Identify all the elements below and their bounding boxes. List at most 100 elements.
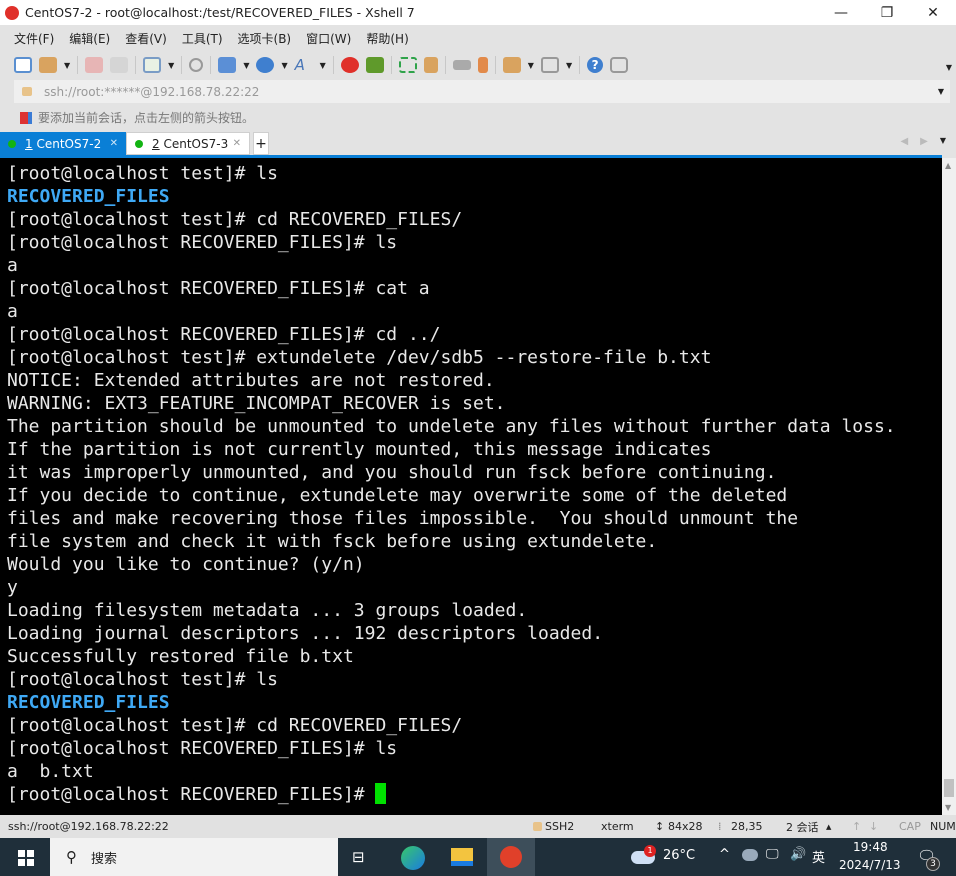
terminal-line: If you decide to continue, extundelete m… <box>7 484 942 507</box>
help-icon[interactable]: ? <box>587 57 604 73</box>
globe-icon[interactable] <box>256 57 275 73</box>
toolbar-overflow-icon[interactable]: ▼ <box>946 63 952 72</box>
terminal-scrollbar[interactable]: ▲ ▼ <box>942 158 956 815</box>
task-view-icon[interactable]: ⊟ <box>352 848 365 866</box>
session-hint-bar: 要添加当前会话，点击左侧的箭头按钮。 <box>20 109 254 126</box>
terminal-text: If you decide to continue, extundelete m… <box>7 485 788 506</box>
clock-time[interactable]: 19:48 <box>853 840 888 854</box>
keyboard-icon[interactable] <box>452 60 471 70</box>
onedrive-icon[interactable] <box>742 849 758 861</box>
terminal-line: Successfully restored file b.txt <box>7 645 942 668</box>
menu-help[interactable]: 帮助(H) <box>366 30 408 47</box>
connected-dot-icon <box>8 139 16 148</box>
windows-start-icon[interactable] <box>18 850 34 866</box>
terminal-text: If the partition is not currently mounte… <box>7 439 712 460</box>
add-session-arrow-icon[interactable] <box>20 111 32 124</box>
terminal-text: WARNING: EXT3_FEATURE_INCOMPAT_RECOVER i… <box>7 393 506 414</box>
address-bar[interactable]: ssh://root:******@192.168.78.22:22 ▼ <box>14 80 950 103</box>
reconnect-icon[interactable] <box>110 57 129 73</box>
volume-icon[interactable]: 🔊 <box>790 847 806 862</box>
terminal-text: [root@localhost RECOVERED_FILES]# ls <box>7 738 398 759</box>
taskbar-search[interactable]: ⚲ 搜索 <box>50 838 338 876</box>
menu-view[interactable]: 查看(V) <box>125 30 167 47</box>
terminal-line: RECOVERED_FILES <box>7 691 942 714</box>
scroll-down-icon[interactable]: ↓ <box>869 820 878 833</box>
lock-icon <box>533 822 542 831</box>
font-icon[interactable]: A <box>295 57 313 73</box>
scroll-up-icon[interactable]: ▲ <box>945 161 951 170</box>
weather-badge: 1 <box>644 845 656 857</box>
find-icon[interactable] <box>189 58 204 72</box>
hint-text: 要添加当前会话，点击左侧的箭头按钮。 <box>38 111 255 125</box>
terminal-line: a <box>7 254 942 277</box>
terminal-cursor <box>375 783 387 804</box>
restore-button[interactable]: ❐ <box>864 0 910 25</box>
show-hidden-icons[interactable]: ^ <box>719 847 730 862</box>
tab-next-icon[interactable]: ▶ <box>920 136 928 147</box>
ime-indicator[interactable]: 英 <box>812 847 825 866</box>
terminal-line: files and make recovering those files im… <box>7 507 942 530</box>
terminal-line: [root@localhost RECOVERED_FILES]# <box>7 783 942 806</box>
menu-window[interactable]: 窗口(W) <box>306 30 351 47</box>
terminal-line: RECOVERED_FILES <box>7 185 942 208</box>
file-explorer-icon[interactable] <box>451 848 473 866</box>
xshell-icon[interactable] <box>340 57 359 73</box>
minimize-button[interactable]: — <box>818 0 864 25</box>
tab-close-icon[interactable]: ✕ <box>233 138 241 149</box>
scroll-down-icon[interactable]: ▼ <box>945 803 951 812</box>
properties-icon[interactable] <box>143 57 162 73</box>
xshell-taskbar-button[interactable] <box>487 838 535 876</box>
terminal-text: a <box>7 255 18 276</box>
tab-centos7-2[interactable]: 1 CentOS7-2 ✕ <box>0 132 126 155</box>
sessions-up-icon[interactable]: ▲ <box>826 823 831 831</box>
fullscreen-icon[interactable] <box>398 57 417 73</box>
toolbar: ▼ ▼ ▼ ▼ A ▼ ▼ ▼ ? ▼ <box>14 53 956 77</box>
new-tab-button[interactable]: + <box>253 132 269 155</box>
terminal-line: NOTICE: Extended attributes are not rest… <box>7 369 942 392</box>
address-input[interactable]: ssh://root:******@192.168.78.22:22 <box>44 85 259 99</box>
terminal-line: If the partition is not currently mounte… <box>7 438 942 461</box>
xftp-icon[interactable] <box>365 57 384 73</box>
terminal-line: [root@localhost RECOVERED_FILES]# ls <box>7 737 942 760</box>
status-protocol: SSH2 <box>545 820 575 833</box>
highlight-icon[interactable] <box>477 57 488 73</box>
menu-tabs[interactable]: 选项卡(B) <box>238 30 292 47</box>
weather-temp[interactable]: 26°C <box>663 848 695 863</box>
tab-prev-icon[interactable]: ◀ <box>900 136 908 147</box>
terminal[interactable]: [root@localhost test]# ls RECOVERED_FILES… <box>0 158 942 815</box>
terminal-text: [root@localhost test]# cd RECOVERED_FILE… <box>7 715 463 736</box>
scroll-up-icon[interactable]: ↑ <box>852 820 861 833</box>
menu-tools[interactable]: 工具(T) <box>182 30 223 47</box>
terminal-line: a <box>7 300 942 323</box>
transfer-icon[interactable] <box>218 57 237 73</box>
menu-edit[interactable]: 编辑(E) <box>69 30 110 47</box>
lock-icon[interactable] <box>423 57 438 73</box>
status-sessions[interactable]: 2 会话 <box>786 819 819 835</box>
close-button[interactable]: ✕ <box>910 0 956 25</box>
new-session-icon[interactable] <box>14 57 32 73</box>
disconnect-icon[interactable] <box>85 57 104 73</box>
chat-icon[interactable] <box>610 57 629 73</box>
menu-file[interactable]: 文件(F) <box>14 30 54 47</box>
network-icon[interactable]: 🖵 <box>766 847 779 862</box>
scroll-thumb[interactable] <box>944 779 954 797</box>
menu-bar: 文件(F) 编辑(E) 查看(V) 工具(T) 选项卡(B) 窗口(W) 帮助(… <box>14 27 424 49</box>
address-dropdown-icon[interactable]: ▼ <box>938 87 944 96</box>
terminal-text: [root@localhost test]# ls <box>7 669 278 690</box>
tab-close-icon[interactable]: ✕ <box>110 138 118 149</box>
tab-label: CentOS7-2 <box>36 136 102 151</box>
tab-centos7-3[interactable]: 2 CentOS7-3 ✕ <box>126 132 250 155</box>
tab-list-icon[interactable]: ▼ <box>940 136 946 147</box>
terminal-text: it was improperly unmounted, and you sho… <box>7 462 777 483</box>
tab-bar: 1 CentOS7-2 ✕ 2 CentOS7-3 ✕ + <box>0 132 956 155</box>
terminal-line: [root@localhost test]# cd RECOVERED_FILE… <box>7 714 942 737</box>
terminal-text: a b.txt <box>7 761 94 782</box>
terminal-text: [root@localhost test]# cd RECOVERED_FILE… <box>7 209 463 230</box>
open-folder-icon[interactable] <box>39 57 57 73</box>
clock-date[interactable]: 2024/7/13 <box>839 858 901 872</box>
edge-icon[interactable] <box>401 846 425 870</box>
layout-icon[interactable] <box>540 57 559 73</box>
terminal-line: [root@localhost test]# ls <box>7 668 942 691</box>
new-folder-icon[interactable] <box>502 57 521 73</box>
search-label: 搜索 <box>91 851 118 867</box>
